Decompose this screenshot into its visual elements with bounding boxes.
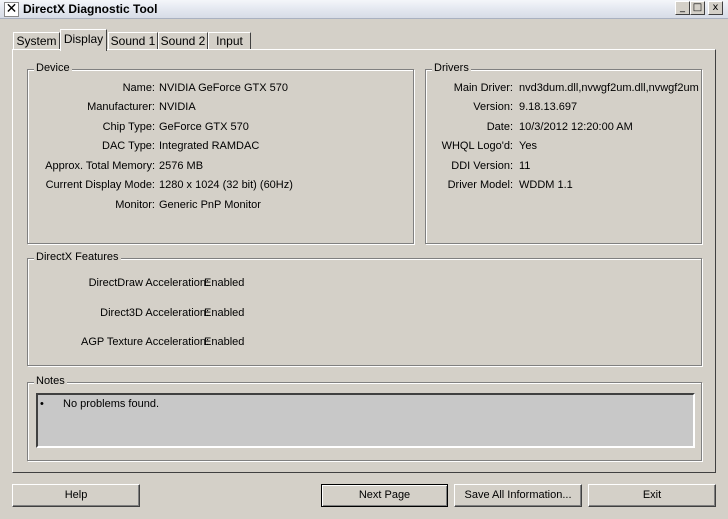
- device-group-title: Device: [34, 62, 72, 74]
- ddi-version-value: 11: [519, 160, 531, 172]
- memory-row: Approx. Total Memory: 2576 MB: [28, 160, 415, 174]
- notes-title: Notes: [34, 375, 67, 387]
- date-row: Date: 10/3/2012 12:20:00 AM: [426, 121, 703, 135]
- monitor-label: Monitor:: [115, 199, 155, 211]
- dac-type-row: DAC Type: Integrated RAMDAC: [28, 140, 415, 154]
- exit-button[interactable]: Exit: [588, 484, 716, 507]
- date-label: Date:: [486, 121, 513, 133]
- direct3d-label: Direct3D Acceleration:: [100, 307, 209, 319]
- notes-group: Notes • No problems found.: [27, 375, 702, 461]
- ddi-version-label: DDI Version:: [451, 160, 513, 172]
- maximize-button[interactable]: □: [690, 1, 705, 15]
- manufacturer-value: NVIDIA: [159, 101, 196, 113]
- display-mode-row: Current Display Mode: 1280 x 1024 (32 bi…: [28, 179, 415, 193]
- help-button[interactable]: Help: [12, 484, 140, 507]
- display-tab-panel: Device Name: NVIDIA GeForce GTX 570 Manu…: [12, 49, 716, 473]
- device-name-row: Name: NVIDIA GeForce GTX 570: [28, 82, 415, 96]
- monitor-row: Monitor: Generic PnP Monitor: [28, 199, 415, 213]
- ddi-version-row: DDI Version: 11: [426, 160, 703, 174]
- device-name-value: NVIDIA GeForce GTX 570: [159, 82, 288, 94]
- tab-system[interactable]: System: [13, 32, 60, 50]
- tab-sound-2[interactable]: Sound 2: [158, 32, 208, 50]
- drivers-group-title: Drivers: [432, 62, 471, 74]
- main-driver-row: Main Driver: nvd3dum.dll,nvwgf2um.dll,nv…: [426, 82, 703, 96]
- directx-app-icon: ✕: [4, 1, 19, 17]
- save-all-information-button[interactable]: Save All Information...: [454, 484, 582, 507]
- note-item: No problems found.: [63, 398, 159, 410]
- directdraw-row: DirectDraw Acceleration: Enabled: [28, 277, 703, 291]
- drivers-group: Drivers Main Driver: nvd3dum.dll,nvwgf2u…: [425, 62, 703, 244]
- manufacturer-label: Manufacturer:: [87, 101, 155, 113]
- memory-value: 2576 MB: [159, 160, 204, 172]
- direct3d-value: Enabled: [204, 307, 245, 319]
- chip-type-value: GeForce GTX 570: [159, 121, 249, 133]
- main-driver-label: Main Driver:: [453, 82, 513, 94]
- tab-display[interactable]: Display: [60, 29, 107, 51]
- agp-texture-value: Enabled: [204, 336, 245, 348]
- device-name-label: Name:: [122, 82, 155, 94]
- version-row: Version: 9.18.13.697: [426, 101, 703, 115]
- next-page-button[interactable]: Next Page: [321, 484, 448, 507]
- agp-texture-label: AGP Texture Acceleration:: [81, 336, 209, 348]
- driver-model-value: WDDM 1.1: [519, 179, 573, 191]
- main-driver-value: nvd3dum.dll,nvwgf2um.dll,nvwgf2um: [519, 82, 699, 94]
- close-button[interactable]: x: [708, 1, 723, 15]
- window-title: DirectX Diagnostic Tool: [23, 2, 158, 16]
- whql-value: Yes: [519, 140, 537, 152]
- tab-input[interactable]: Input: [208, 32, 251, 50]
- driver-model-label: Driver Model:: [447, 179, 513, 191]
- chip-type-row: Chip Type: GeForce GTX 570: [28, 121, 415, 135]
- notes-box[interactable]: • No problems found.: [36, 393, 695, 448]
- device-group: Device Name: NVIDIA GeForce GTX 570 Manu…: [27, 62, 415, 244]
- directx-features-title: DirectX Features: [34, 251, 121, 263]
- dac-type-value: Integrated RAMDAC: [159, 140, 260, 152]
- monitor-value: Generic PnP Monitor: [159, 199, 261, 211]
- memory-label: Approx. Total Memory:: [45, 160, 155, 172]
- whql-label: WHQL Logo'd:: [441, 140, 513, 152]
- display-mode-value: 1280 x 1024 (32 bit) (60Hz): [159, 179, 293, 191]
- direct3d-row: Direct3D Acceleration: Enabled: [28, 307, 703, 321]
- minimize-button[interactable]: _: [675, 1, 690, 15]
- version-label: Version:: [473, 101, 513, 113]
- manufacturer-row: Manufacturer: NVIDIA: [28, 101, 415, 115]
- whql-row: WHQL Logo'd: Yes: [426, 140, 703, 154]
- directx-features-group: DirectX Features DirectDraw Acceleration…: [27, 251, 703, 366]
- chip-type-label: Chip Type:: [102, 121, 155, 133]
- dac-type-label: DAC Type:: [102, 140, 155, 152]
- display-mode-label: Current Display Mode:: [45, 179, 155, 191]
- directdraw-label: DirectDraw Acceleration:: [88, 277, 209, 289]
- tab-sound-1[interactable]: Sound 1: [108, 32, 158, 50]
- driver-model-row: Driver Model: WDDM 1.1: [426, 179, 703, 193]
- notes-bullet: •: [40, 398, 44, 410]
- title-bar[interactable]: ✕ DirectX Diagnostic Tool _ □ x: [0, 0, 728, 19]
- date-value: 10/3/2012 12:20:00 AM: [519, 121, 633, 133]
- agp-texture-row: AGP Texture Acceleration: Enabled: [28, 336, 703, 350]
- version-value: 9.18.13.697: [519, 101, 578, 113]
- directdraw-value: Enabled: [204, 277, 245, 289]
